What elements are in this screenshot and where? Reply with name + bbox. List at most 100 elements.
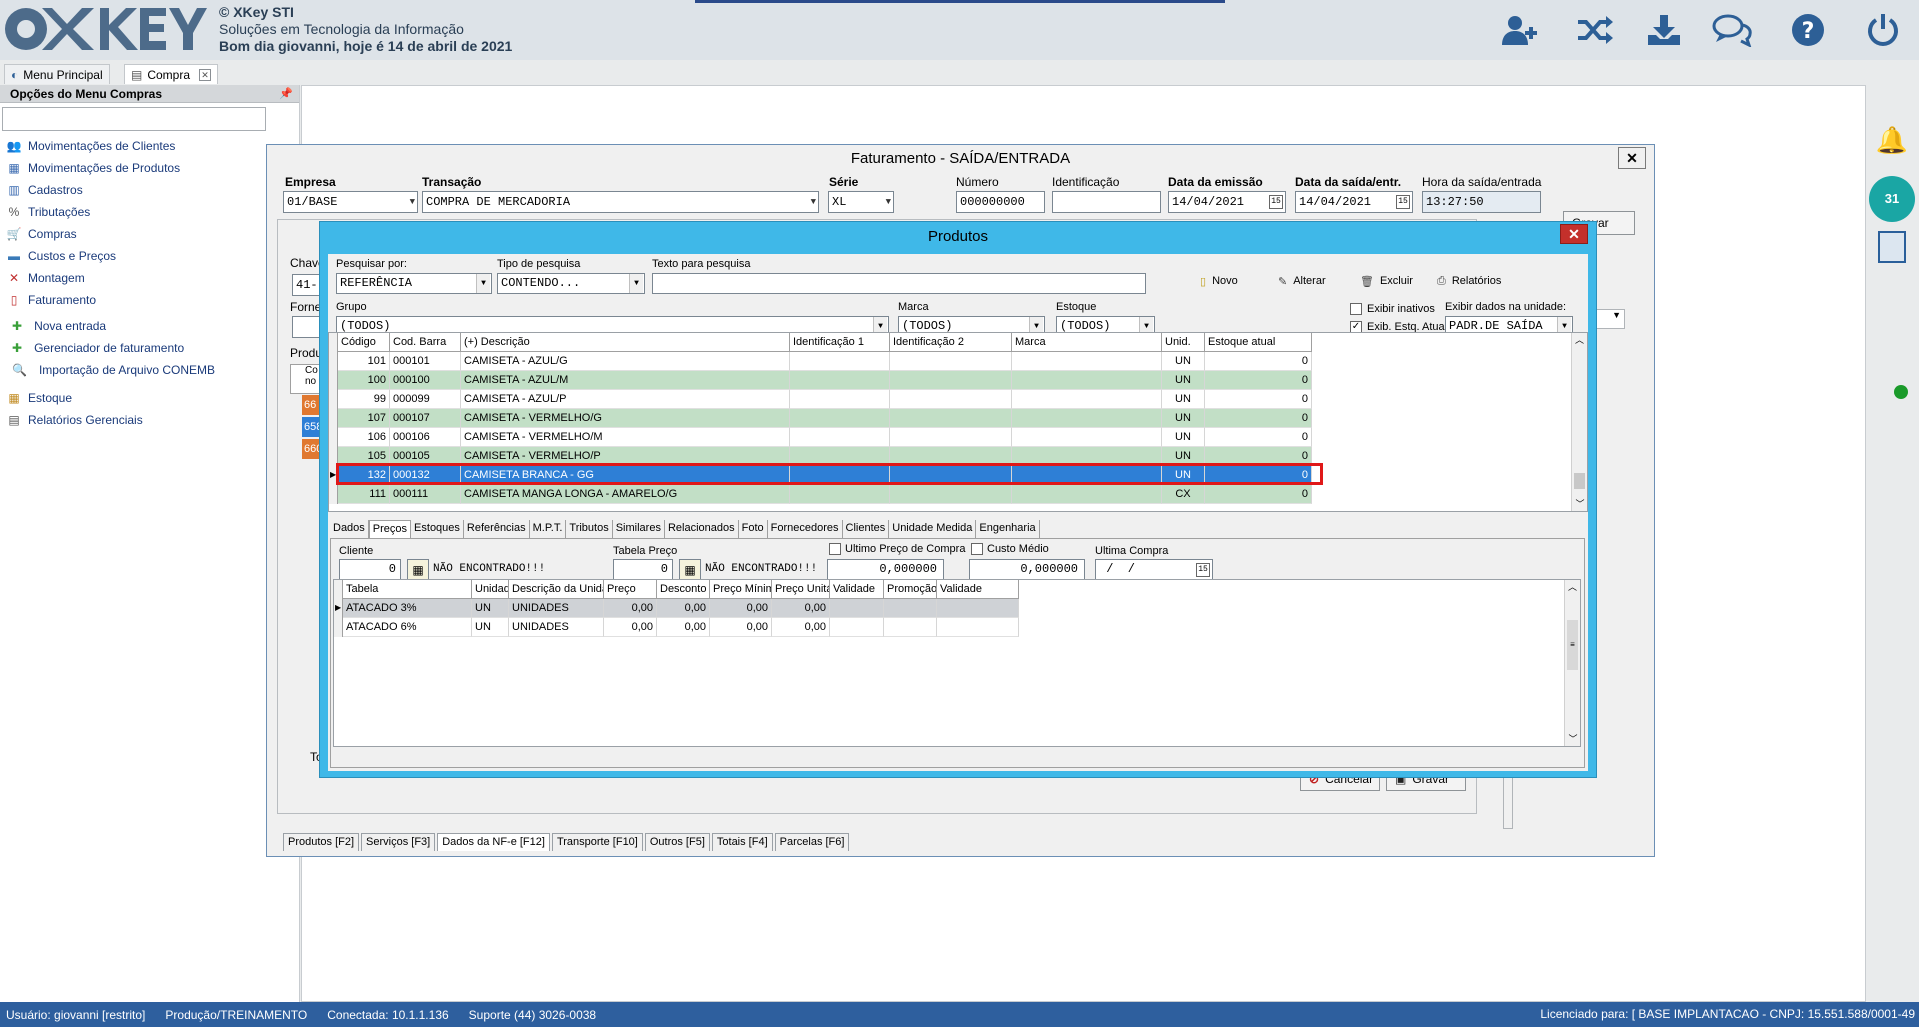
column-header[interactable]: Descrição da Unidade (509, 580, 604, 599)
table-row[interactable]: 107 000107 CAMISETA - VERMELHO/G UN 0 (329, 409, 1312, 428)
menu-item-tributacoes[interactable]: % Tributações (0, 201, 299, 223)
identificacao-field[interactable] (1052, 191, 1161, 213)
column-header[interactable]: Cod. Barra (390, 333, 461, 352)
column-header[interactable]: Estoque atual (1205, 333, 1312, 352)
ultima-compra-field[interactable]: / /15 (1095, 559, 1213, 580)
tab-estoques[interactable]: Estoques (411, 520, 464, 538)
table-row[interactable]: 105 000105 CAMISETA - VERMELHO/P UN 0 (329, 447, 1312, 466)
calendar-icon[interactable]: 15 (1269, 195, 1283, 209)
tab-tributos[interactable]: Tributos (566, 520, 613, 538)
tab-refer-ncias[interactable]: Referências (464, 520, 530, 538)
notebook-icon[interactable] (1878, 231, 1906, 263)
column-header[interactable]: Preço (604, 580, 657, 599)
column-header[interactable]: Preço Mínimo (710, 580, 772, 599)
table-row[interactable]: 99 000099 CAMISETA - AZUL/P UN 0 (329, 390, 1312, 409)
vertical-scrollbar[interactable]: ︿ ≡ ﹀ (1564, 580, 1580, 746)
column-header[interactable]: Marca (1012, 333, 1162, 352)
column-header[interactable]: Identificação 2 (890, 333, 1012, 352)
tab-dados-nfe[interactable]: Dados da NF-e [F12] (437, 833, 550, 851)
download-icon[interactable] (1642, 8, 1686, 52)
tab-totais[interactable]: Totais [F4] (711, 833, 773, 851)
close-icon[interactable]: ✕ (199, 68, 212, 81)
side-combo[interactable]: ▼ (1595, 309, 1625, 329)
bell-icon[interactable]: 🔔 (1874, 125, 1910, 161)
checkbox[interactable] (971, 543, 983, 555)
calendar-icon[interactable]: 31 (1869, 176, 1915, 222)
column-header[interactable]: Preço Unitário (772, 580, 830, 599)
excluir-button[interactable]: 🗑 Excluir (1360, 270, 1413, 292)
table-row[interactable]: ▶ 132 000132 CAMISETA BRANCA - GG UN 0 (329, 466, 1312, 485)
tab-engenharia[interactable]: Engenharia (976, 520, 1040, 538)
tab-servicos[interactable]: Serviços [F3] (361, 833, 436, 851)
tab-similares[interactable]: Similares (613, 520, 665, 538)
fornecedor-field[interactable] (292, 316, 322, 338)
menu-item-compras[interactable]: 🛒 Compras (0, 223, 299, 245)
column-header[interactable]: Identificação 1 (790, 333, 890, 352)
tab-transporte[interactable]: Transporte [F10] (551, 833, 643, 851)
table-row[interactable]: ▶ ATACADO 3% UN UNIDADES 0,00 0,00 0,00 0,00 (334, 599, 1019, 618)
menu-item-mov-produtos[interactable]: ▦ Movimentações de Produtos (0, 157, 299, 179)
hora-field[interactable]: 13:27:50 (1422, 191, 1541, 213)
tab-pre-os[interactable]: Preços (368, 520, 412, 538)
shuffle-icon[interactable] (1573, 8, 1617, 52)
table-row[interactable]: 106 000106 CAMISETA - VERMELHO/M UN 0 (329, 428, 1312, 447)
calendar-icon[interactable]: 15 (1196, 563, 1210, 577)
serie-select[interactable]: XL (828, 191, 894, 213)
table-row[interactable]: 101 000101 CAMISETA - AZUL/G UN 0 (329, 352, 1312, 371)
checkbox[interactable] (829, 543, 841, 555)
column-header[interactable]: Tabela (343, 580, 472, 599)
tipo-pesquisa-select[interactable]: CONTENDO... (497, 273, 645, 294)
column-header[interactable]: Desconto (657, 580, 710, 599)
table-row[interactable]: 100 000100 CAMISETA - AZUL/M UN 0 (329, 371, 1312, 390)
calendar-icon[interactable]: 15 (1396, 195, 1410, 209)
close-button[interactable]: ✕ (1618, 147, 1646, 169)
exibir-inativos-checkbox[interactable]: Exibir inativos (1350, 303, 1435, 315)
lookup-icon[interactable]: ▦ (679, 559, 701, 581)
tab-foto[interactable]: Foto (739, 520, 768, 538)
pin-icon[interactable]: 📌 (279, 87, 293, 100)
pesquisar-por-select[interactable]: REFERÊNCIA (336, 273, 492, 294)
tab-clientes[interactable]: Clientes (843, 520, 890, 538)
chevron-down-icon[interactable]: ﹀ (1565, 732, 1581, 746)
tab-relacionados[interactable]: Relacionados (665, 520, 739, 538)
tab-compra[interactable]: ▤ Compra ✕ (124, 64, 219, 84)
column-header[interactable]: Validade (937, 580, 1019, 599)
novo-button[interactable]: ▯ Novo (1200, 270, 1238, 292)
chat-icon[interactable] (1710, 8, 1754, 52)
close-button[interactable]: ✕ (1560, 224, 1588, 244)
chevron-up-icon[interactable]: ︿ (1565, 580, 1580, 594)
checkbox[interactable] (1350, 303, 1362, 315)
tab-parcelas[interactable]: Parcelas [F6] (774, 833, 850, 851)
scroll-thumb[interactable]: ≡ (1567, 620, 1578, 670)
ultimo-preco-checkbox[interactable]: Ultimo Preço de Compra (829, 543, 965, 555)
tab-dados[interactable]: Dados (330, 520, 369, 538)
column-header[interactable]: Validade (830, 580, 884, 599)
table-row[interactable]: ATACADO 6% UN UNIDADES 0,00 0,00 0,00 0,00 (334, 618, 1019, 637)
vertical-scrollbar[interactable]: ︿ ﹀ (1571, 333, 1587, 511)
chevron-down-icon[interactable]: ﹀ (1572, 497, 1587, 511)
transacao-select[interactable]: COMPRA DE MERCADORIA (422, 191, 819, 213)
cliente-field[interactable]: 0 (339, 559, 401, 580)
tabela-preco-field[interactable]: 0 (613, 559, 673, 580)
tab-fornecedores[interactable]: Fornecedores (768, 520, 843, 538)
menu-search-input[interactable] (2, 107, 266, 131)
numero-field[interactable]: 000000000 (956, 191, 1045, 213)
menu-item-faturamento[interactable]: ▯ Faturamento (0, 289, 299, 311)
column-header[interactable]: Código (338, 333, 390, 352)
tab-menu-principal[interactable]: ◐ Menu Principal (4, 64, 110, 84)
relatorios-button[interactable]: ⎙ Relatórios (1437, 270, 1501, 292)
menu-sub-conemb[interactable]: 🔍 Importação de Arquivo CONEMB (0, 359, 299, 381)
menu-item-custos-precos[interactable]: ▬ Custos e Preços (0, 245, 299, 267)
column-header[interactable]: Unidade (472, 580, 509, 599)
menu-item-mov-clientes[interactable]: 👥 Movimentações de Clientes (0, 135, 299, 157)
add-user-icon[interactable] (1498, 8, 1542, 52)
column-header[interactable]: Promoção (884, 580, 937, 599)
table-row[interactable]: 111 000111 CAMISETA MANGA LONGA - AMARELO/… (329, 485, 1312, 504)
column-header[interactable]: Unid. (1162, 333, 1205, 352)
lookup-icon[interactable]: ▦ (407, 559, 429, 581)
power-icon[interactable] (1861, 8, 1905, 52)
data-emissao-field[interactable]: 14/04/2021 15 (1168, 191, 1286, 213)
tab-produtos[interactable]: Produtos [F2] (283, 833, 360, 851)
scroll-thumb[interactable] (1574, 473, 1585, 489)
alterar-button[interactable]: ✎ Alterar (1278, 270, 1326, 292)
